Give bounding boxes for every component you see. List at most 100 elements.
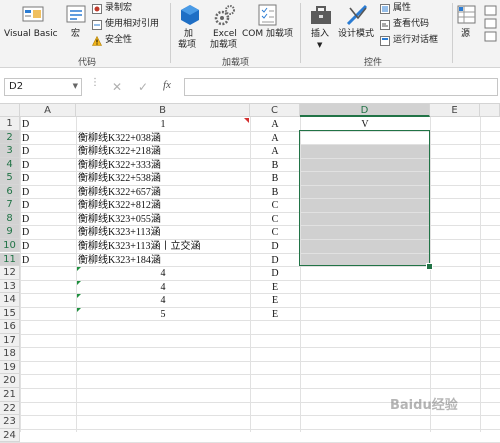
source-button[interactable]: 源 [456,2,478,46]
cell-b12[interactable]: 4 [76,267,250,281]
row-header[interactable]: 20 [0,374,20,388]
cell-a10[interactable]: D [22,240,29,254]
row-header[interactable]: 18 [0,347,20,361]
macro-security-button[interactable]: 安全性 [92,35,152,48]
row-header[interactable]: 2 [0,130,20,145]
cell-c2[interactable]: A [250,132,300,146]
enter-icon[interactable]: ✓ [138,80,148,94]
row-header[interactable]: 10 [0,238,20,253]
cell-b1[interactable]: 1 [76,118,250,132]
relative-refs-icon [92,20,102,30]
row-header[interactable]: 24 [0,428,20,443]
cell-b5[interactable]: 衡柳线K322+538涵 [78,172,161,186]
name-box[interactable]: D2 ▼ [4,78,82,96]
cell-b4[interactable]: 衡柳线K322+333涵 [78,159,161,173]
cell-c5[interactable]: B [250,172,300,186]
cell-c10[interactable]: D [250,240,300,254]
selection-border [299,129,430,267]
insert-control-button[interactable]: 插入 ▼ [306,2,336,52]
com-addins-button[interactable]: COM 加载项 [242,2,294,46]
cell-b11[interactable]: 衡柳线K323+184涵 [78,254,161,268]
cell-c8[interactable]: C [250,213,300,227]
cell-b9[interactable]: 衡柳线K323+113涵 [78,226,161,240]
cell-b6[interactable]: 衡柳线K322+657涵 [78,186,161,200]
cell-b2[interactable]: 衡柳线K322+038涵 [78,132,161,146]
record-macro-button[interactable]: 录制宏 [92,3,162,16]
row-header[interactable]: 15 [0,306,20,321]
cell-c6[interactable]: B [250,186,300,200]
row-header[interactable]: 22 [0,401,20,416]
cell-c1[interactable]: A [250,118,300,132]
cell-a2[interactable]: D [22,132,29,146]
row-header[interactable]: 12 [0,266,20,280]
cell-a1[interactable]: D [22,118,29,132]
cell-a7[interactable]: D [22,199,29,213]
select-all-corner[interactable] [0,104,20,117]
cell-b7[interactable]: 衡柳线K322+812涵 [78,199,161,213]
column-header-b[interactable]: B [76,104,250,117]
row-header[interactable]: 1 [0,117,20,131]
macros-icon [66,5,86,23]
row-header[interactable]: 9 [0,225,20,239]
cell-a8[interactable]: D [22,213,29,227]
visual-basic-button[interactable]: Visual Basic [4,2,62,46]
row-header[interactable]: 6 [0,184,20,199]
excel-addins-button[interactable]: Excel 加载项 [208,2,242,52]
row-header[interactable]: 13 [0,279,20,294]
row-header[interactable]: 17 [0,333,20,348]
insert-function-icon[interactable]: fx [163,79,171,91]
row-header[interactable]: 4 [0,157,20,172]
chevron-down-icon[interactable]: ▼ [73,82,78,90]
cell-b10[interactable]: 衡柳线K323+113涵丨立交涵 [78,240,201,254]
column-gridline [430,117,431,432]
row-header[interactable]: 14 [0,293,20,307]
run-dialog-button[interactable]: 运行对话框 [380,35,450,48]
cell-c13[interactable]: E [250,281,300,295]
cell-c11[interactable]: D [250,254,300,268]
row-header[interactable]: 3 [0,144,20,158]
cell-a3[interactable]: D [22,145,29,159]
cell-b13[interactable]: 4 [76,281,250,295]
column-header-d[interactable]: D [300,104,430,117]
view-code-button[interactable]: 查看代码 [380,19,440,32]
cell-c12[interactable]: D [250,267,300,281]
row-header[interactable]: 16 [0,320,20,334]
row-header[interactable]: 21 [0,388,20,402]
cell-a4[interactable]: D [22,159,29,173]
column-header-c[interactable]: C [250,104,300,117]
row-header[interactable]: 23 [0,415,20,429]
fill-handle[interactable] [426,263,433,271]
cell-c3[interactable]: A [250,145,300,159]
cancel-icon[interactable]: ✕ [112,80,122,94]
cell-b8[interactable]: 衡柳线K323+055涵 [78,213,161,227]
row-header[interactable]: 11 [0,252,20,267]
design-mode-button[interactable]: 设计模式 [338,2,378,46]
cell-a6[interactable]: D [22,186,29,200]
cell-c14[interactable]: E [250,294,300,308]
row-header[interactable]: 19 [0,360,20,375]
cell-c9[interactable]: C [250,226,300,240]
cell-b14[interactable]: 4 [76,294,250,308]
macros-button[interactable]: 宏 [64,2,88,46]
checklist-icon [258,4,277,26]
row-header[interactable]: 7 [0,198,20,212]
cell-c7[interactable]: C [250,199,300,213]
cell-a5[interactable]: D [22,172,29,186]
cell-b15[interactable]: 5 [76,308,250,322]
column-header-a[interactable]: A [20,104,76,117]
column-header-f[interactable] [480,104,500,117]
row-header[interactable]: 5 [0,171,20,185]
row-gridline [0,388,500,389]
run-dialog-label: 运行对话框 [393,35,439,45]
cell-c15[interactable]: E [250,308,300,322]
formula-input[interactable] [184,78,498,96]
relative-refs-button[interactable]: 使用相对引用 [92,19,168,32]
properties-button[interactable]: 属性 [380,3,430,16]
cell-c4[interactable]: B [250,159,300,173]
cell-a9[interactable]: D [22,226,29,240]
cell-a11[interactable]: D [22,254,29,268]
column-header-e[interactable]: E [430,104,480,117]
addins-button[interactable]: 加 载项 [176,2,204,52]
cell-b3[interactable]: 衡柳线K322+218涵 [78,145,161,159]
row-header[interactable]: 8 [0,211,20,226]
